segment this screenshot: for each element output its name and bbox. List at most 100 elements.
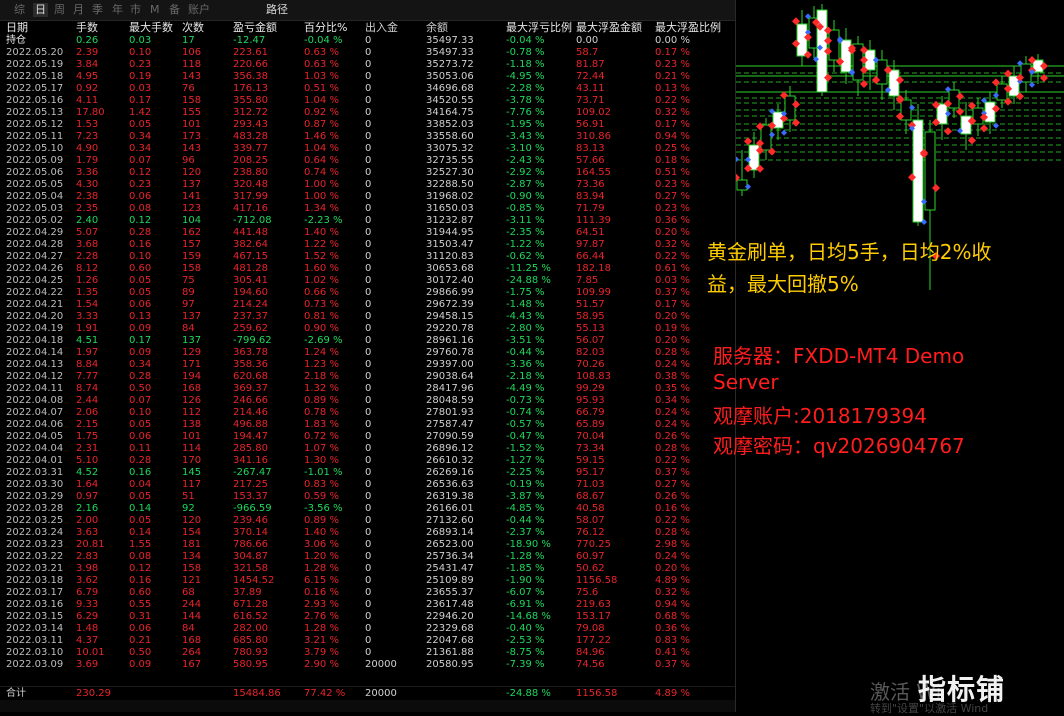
cell-pnl: 223.61: [233, 47, 268, 58]
table-row[interactable]: 2022.04.25 1.26 0.05 75 305.41 1.02 % 0 30172.4…: [0, 275, 735, 287]
tab-summary[interactable]: 综: [14, 3, 25, 17]
table-row[interactable]: 2022.04.20 3.33 0.13 137 237.37 0.81 % 0 29458.…: [0, 311, 735, 323]
table-row[interactable]: 2022.05.16 4.11 0.17 158 355.80 1.04 % 0 34520.…: [0, 95, 735, 107]
holding-row[interactable]: 持仓 0.26 0.03 17 -12.47 -0.04 % 0 35497.3…: [0, 35, 735, 47]
cell-max-float-pct: 0.20 %: [655, 311, 690, 322]
table-row[interactable]: 2022.04.28 3.68 0.16 157 382.64 1.22 % 0 31503.…: [0, 239, 735, 251]
table-row[interactable]: 2022.04.06 2.15 0.05 138 496.88 1.83 % 0 27587.…: [0, 419, 735, 431]
header-pnl[interactable]: 盈亏金额: [233, 21, 299, 35]
table-row[interactable]: 2022.05.11 7.23 0.34 173 483.28 1.46 % 0 33558.…: [0, 131, 735, 143]
cell-percent: 0.72 %: [304, 431, 339, 442]
table-row[interactable]: 2022.04.29 5.07 0.28 162 441.48 1.40 % 0 31944.…: [0, 227, 735, 239]
tab-market[interactable]: 市: [130, 3, 141, 17]
table-row[interactable]: 2022.03.31 4.52 0.16 145 -267.47 -1.01 % 0 2626…: [0, 467, 735, 479]
table-row[interactable]: 2022.04.26 8.12 0.60 158 481.28 1.60 % 0 30653.…: [0, 263, 735, 275]
cell-pnl: 616.52: [233, 611, 268, 622]
table-row[interactable]: 2022.05.18 4.95 0.19 143 356.38 1.03 % 0 35053.…: [0, 71, 735, 83]
cell-lots: 2.31: [76, 443, 99, 454]
tab-yearly[interactable]: 年: [112, 3, 123, 17]
table-row[interactable]: 2022.04.22 1.35 0.05 89 194.60 0.66 % 0 29866.9…: [0, 287, 735, 299]
tab-account[interactable]: 账户: [188, 3, 210, 17]
table-row[interactable]: 2022.03.10 10.01 0.50 264 780.93 3.79 % 0 21361…: [0, 647, 735, 659]
table-row[interactable]: 2022.04.04 2.31 0.11 114 285.80 1.07 % 0 26896.…: [0, 443, 735, 455]
table-row[interactable]: 2022.05.17 0.92 0.03 76 176.13 0.51 % 0 34696.6…: [0, 83, 735, 95]
header-deposit[interactable]: 出入金: [365, 21, 425, 35]
cell-count: 154: [182, 527, 202, 538]
cell-deposit: 0: [365, 83, 372, 94]
cell-count: 17: [182, 35, 195, 46]
table-row[interactable]: 2022.03.23 20.81 1.55 181 786.66 3.06 % 0 26523…: [0, 539, 735, 551]
tab-weekly[interactable]: 周: [54, 3, 65, 17]
tab-path[interactable]: 路径: [266, 3, 288, 17]
table-row[interactable]: 2022.03.18 3.62 0.16 121 1454.52 6.15 % 0 25109…: [0, 575, 735, 587]
table-row[interactable]: 2022.04.05 1.75 0.06 101 194.47 0.72 % 0 27090.…: [0, 431, 735, 443]
table-row[interactable]: 2022.05.03 2.35 0.08 123 417.16 1.34 % 0 31650.…: [0, 203, 735, 215]
table-row[interactable]: 2022.05.20 2.39 0.10 106 223.61 0.63 % 0 35497.…: [0, 47, 735, 59]
table-row[interactable]: 2022.05.05 4.30 0.23 137 320.48 1.00 % 0 32288.…: [0, 179, 735, 191]
table-row[interactable]: 2022.03.17 6.79 0.60 68 37.89 0.16 % 0 23655.37…: [0, 587, 735, 599]
table-row[interactable]: 2022.04.18 4.51 0.17 137 -799.62 -2.69 % 0 2896…: [0, 335, 735, 347]
total-max-float-pct: 4.89 %: [655, 688, 690, 699]
cell-deposit: 0: [365, 551, 372, 562]
table-row[interactable]: 2022.04.21 1.54 0.06 97 214.24 0.73 % 0 29672.3…: [0, 299, 735, 311]
table-row[interactable]: 2022.04.01 5.10 0.28 170 341.16 1.30 % 0 26610.…: [0, 455, 735, 467]
table-row[interactable]: 2022.04.27 2.28 0.10 159 467.15 1.52 % 0 31120.…: [0, 251, 735, 263]
cell-max-float-profit: 51.57: [576, 299, 605, 310]
table-row[interactable]: 2022.03.14 1.48 0.06 84 282.00 1.28 % 0 22329.6…: [0, 623, 735, 635]
horizontal-scrollbar[interactable]: [0, 700, 735, 712]
table-row[interactable]: 2022.04.13 8.84 0.34 171 358.36 1.23 % 0 29397.…: [0, 359, 735, 371]
table-row[interactable]: 2022.03.09 3.69 0.09 167 580.95 2.90 % 20000 20…: [0, 659, 735, 671]
cell-max-lots: 0.07: [129, 155, 152, 166]
total-row[interactable]: 合计 230.29 15484.86 77.42 % 20000 -24.88 …: [0, 686, 735, 701]
table-row[interactable]: 2022.03.21 3.98 0.12 158 321.58 1.28 % 0 25431.…: [0, 563, 735, 575]
header-balance[interactable]: 余额: [426, 21, 504, 35]
table-row[interactable]: 2022.04.12 7.77 0.28 194 620.68 2.18 % 0 29038.…: [0, 371, 735, 383]
cell-date: 2022.05.17: [6, 83, 64, 94]
cell-date: 2022.04.20: [6, 311, 64, 322]
tab-notes[interactable]: 备: [169, 3, 180, 17]
tab-monthly[interactable]: 月: [73, 3, 84, 17]
table-row[interactable]: 2022.03.15 6.29 0.31 144 616.52 2.76 % 0 22946.…: [0, 611, 735, 623]
header-date[interactable]: 日期: [6, 21, 74, 35]
table-row[interactable]: 2022.03.25 2.00 0.05 120 239.46 0.89 % 0 27132.…: [0, 515, 735, 527]
table-row[interactable]: 2022.04.19 1.91 0.09 84 259.62 0.90 % 0 29220.7…: [0, 323, 735, 335]
table-row[interactable]: 2022.05.06 3.36 0.12 120 238.80 0.74 % 0 32527.…: [0, 167, 735, 179]
candle-body: [760, 124, 772, 151]
tab-daily[interactable]: 日: [33, 3, 48, 17]
table-row[interactable]: 2022.03.24 3.63 0.14 154 370.14 1.40 % 0 26893.…: [0, 527, 735, 539]
table-row[interactable]: 2022.04.14 1.97 0.09 129 363.78 1.24 % 0 29760.…: [0, 347, 735, 359]
header-percent[interactable]: 百分比%: [304, 21, 364, 35]
header-lots[interactable]: 手数: [76, 21, 128, 35]
tab-m[interactable]: M: [150, 3, 160, 17]
cell-deposit: 0: [365, 71, 372, 82]
cell-max-float-pct: 0.22 %: [655, 95, 690, 106]
header-count[interactable]: 次数: [182, 21, 230, 35]
table-row[interactable]: 2022.03.16 9.33 0.55 244 671.28 2.93 % 0 23617.…: [0, 599, 735, 611]
table-row[interactable]: 2022.04.08 2.44 0.07 126 246.66 0.89 % 0 28048.…: [0, 395, 735, 407]
cell-lots: 2.83: [76, 551, 99, 562]
table-row[interactable]: 2022.05.02 2.40 0.12 104 -712.08 -2.23 % 0 3123…: [0, 215, 735, 227]
table-row[interactable]: 2022.03.22 2.83 0.08 134 304.87 1.20 % 0 25736.…: [0, 551, 735, 563]
table-row[interactable]: 2022.05.19 3.84 0.23 118 220.66 0.63 % 0 35273.…: [0, 59, 735, 71]
cell-date: 2022.03.31: [6, 467, 64, 478]
table-row[interactable]: 2022.03.28 2.16 0.14 92 -966.59 -3.56 % 0 26166…: [0, 503, 735, 515]
header-max-lots[interactable]: 最大手数: [129, 21, 181, 35]
header-max-drawdown[interactable]: 最大浮亏比例: [506, 21, 576, 35]
table-row[interactable]: 2022.04.07 2.06 0.10 112 214.46 0.78 % 0 27801.…: [0, 407, 735, 419]
table-row[interactable]: 2022.03.29 0.97 0.05 51 153.37 0.59 % 0 26319.3…: [0, 491, 735, 503]
table-row[interactable]: 2022.05.04 2.38 0.06 141 317.99 1.00 % 0 31968.…: [0, 191, 735, 203]
cell-balance: 35053.06: [426, 71, 474, 82]
header-max-float-pct[interactable]: 最大浮盈比例: [655, 21, 727, 35]
cell-deposit: 0: [365, 395, 372, 406]
header-max-float-profit[interactable]: 最大浮盈金额: [576, 21, 654, 35]
cell-balance: 26523.00: [426, 539, 474, 550]
table-row[interactable]: 2022.05.13 17.80 1.42 155 312.72 0.92 % 0 34164…: [0, 107, 735, 119]
table-row[interactable]: 2022.04.11 8.74 0.50 168 369.37 1.32 % 0 28417.…: [0, 383, 735, 395]
table-row[interactable]: 2022.05.10 4.90 0.34 143 339.77 1.04 % 0 33075.…: [0, 143, 735, 155]
table-row[interactable]: 2022.03.11 4.37 0.21 168 685.80 3.21 % 0 22047.…: [0, 635, 735, 647]
table-row[interactable]: 2022.03.30 1.64 0.04 117 217.25 0.83 % 0 26536.…: [0, 479, 735, 491]
cell-balance: 20580.95: [426, 659, 474, 670]
table-row[interactable]: 2022.05.12 1.53 0.05 101 293.43 0.87 % 0 33852.…: [0, 119, 735, 131]
table-row[interactable]: 2022.05.09 1.79 0.07 96 208.25 0.64 % 0 32735.5…: [0, 155, 735, 167]
tab-quarterly[interactable]: 季: [92, 3, 103, 17]
